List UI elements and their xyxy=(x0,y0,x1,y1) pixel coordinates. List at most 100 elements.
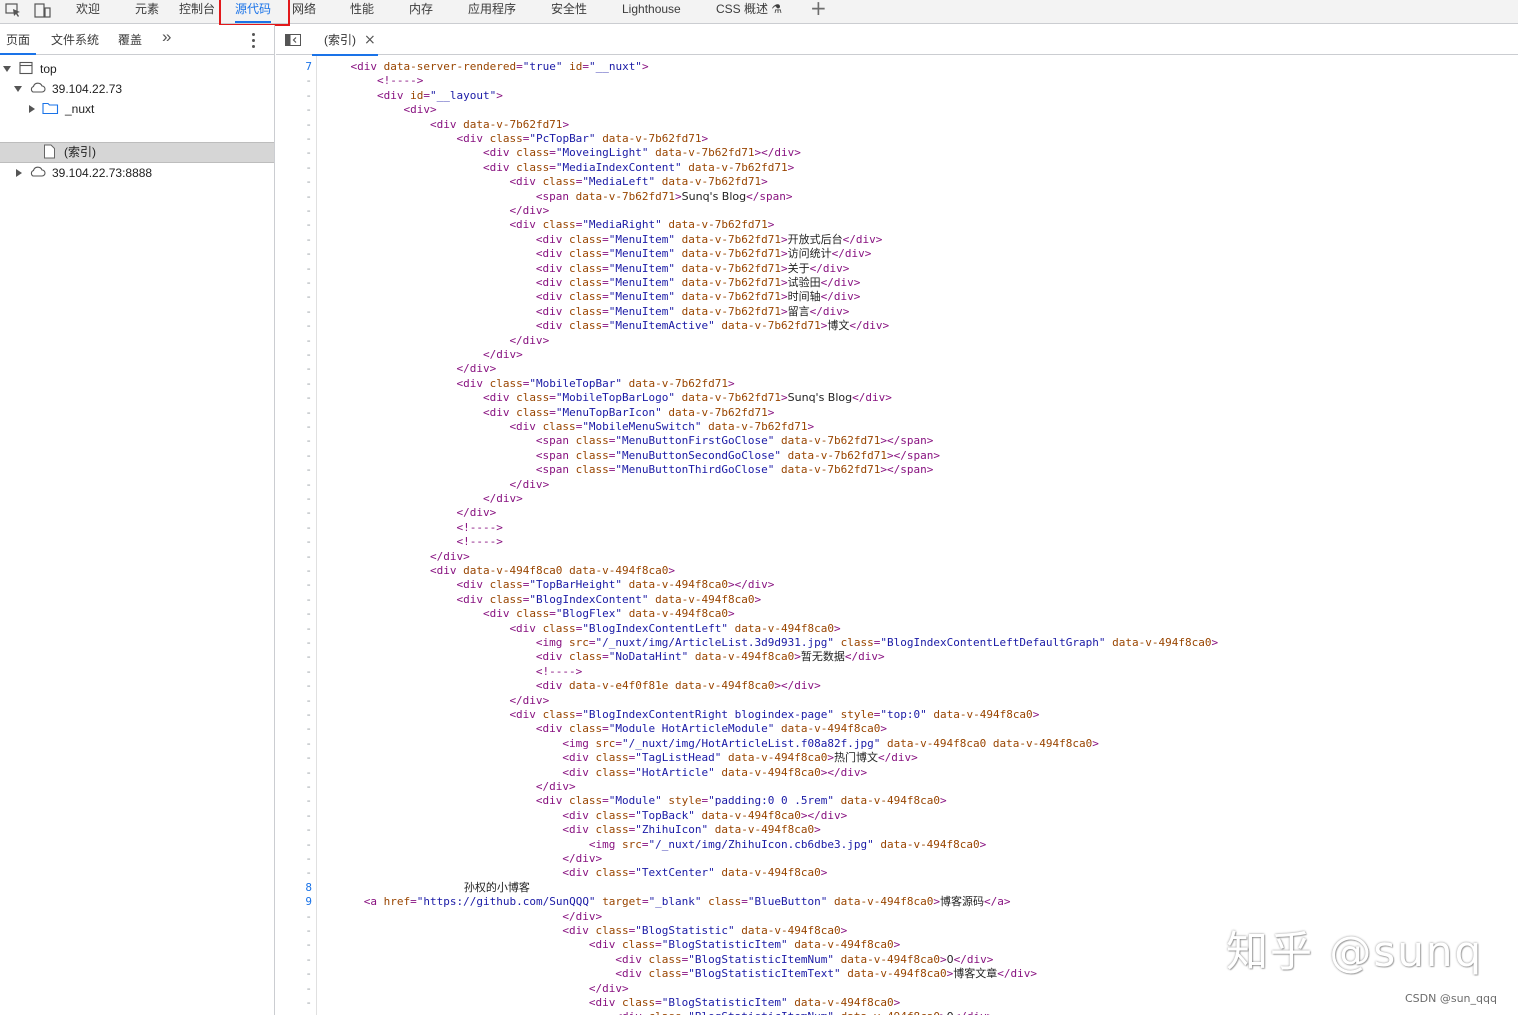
line-number[interactable]: 8 xyxy=(276,881,312,895)
line-number[interactable]: - xyxy=(276,910,312,924)
line-number[interactable]: - xyxy=(276,564,312,578)
more-options-icon[interactable] xyxy=(249,30,259,50)
line-number[interactable]: - xyxy=(276,89,312,103)
tree-item-host-8888[interactable]: 39.104.22.73:8888 xyxy=(0,163,274,183)
line-number[interactable]: - xyxy=(276,535,312,549)
tab-performance[interactable]: 性能 xyxy=(350,0,374,24)
line-number[interactable]: - xyxy=(276,74,312,88)
line-number[interactable]: - xyxy=(276,434,312,448)
tree-item-host[interactable]: 39.104.22.73 xyxy=(0,79,274,99)
line-number[interactable]: - xyxy=(276,780,312,794)
line-number[interactable]: - xyxy=(276,838,312,852)
line-number[interactable]: - xyxy=(276,622,312,636)
line-number[interactable]: - xyxy=(276,679,312,693)
line-number[interactable]: - xyxy=(276,521,312,535)
close-icon[interactable]: × xyxy=(364,33,376,47)
tree-item-nuxt-folder[interactable]: _nuxt xyxy=(0,99,274,119)
line-number[interactable]: - xyxy=(276,377,312,391)
more-tabs-icon[interactable]: » xyxy=(162,28,171,45)
toggle-navigator-icon[interactable] xyxy=(285,34,301,46)
line-number[interactable]: 7 xyxy=(276,60,312,74)
line-number[interactable]: - xyxy=(276,103,312,117)
add-tab-button[interactable]: + xyxy=(810,0,827,18)
tab-page[interactable]: 页面 xyxy=(6,33,30,47)
line-number[interactable]: - xyxy=(276,334,312,348)
line-number[interactable]: - xyxy=(276,262,312,276)
line-number[interactable]: - xyxy=(276,823,312,837)
line-number[interactable]: - xyxy=(276,247,312,261)
line-number[interactable]: - xyxy=(276,953,312,967)
tab-network[interactable]: 网络 xyxy=(292,0,316,24)
expand-arrow-icon[interactable] xyxy=(14,86,22,92)
file-tab-index[interactable]: (索引) × xyxy=(312,25,378,56)
tab-filesystem[interactable]: 文件系统 xyxy=(51,33,99,47)
line-number[interactable]: - xyxy=(276,506,312,520)
collapse-arrow-icon[interactable] xyxy=(16,169,22,177)
tab-security[interactable]: 安全性 xyxy=(551,0,587,24)
tab-elements[interactable]: 元素 xyxy=(135,0,159,24)
line-number[interactable]: - xyxy=(276,967,312,981)
line-number[interactable]: - xyxy=(276,175,312,189)
line-number[interactable]: - xyxy=(276,852,312,866)
collapse-arrow-icon[interactable] xyxy=(29,105,35,113)
line-number[interactable]: - xyxy=(276,996,312,1010)
line-number[interactable]: - xyxy=(276,276,312,290)
line-number[interactable]: - xyxy=(276,118,312,132)
line-number[interactable]: - xyxy=(276,866,312,880)
tab-console[interactable]: 控制台 xyxy=(179,0,215,24)
line-number[interactable]: - xyxy=(276,478,312,492)
editor-tab-strip: (索引) × xyxy=(276,25,1518,56)
line-number[interactable]: - xyxy=(276,938,312,952)
line-number[interactable]: - xyxy=(276,449,312,463)
line-number[interactable]: - xyxy=(276,290,312,304)
line-number[interactable]: - xyxy=(276,348,312,362)
line-number[interactable]: - xyxy=(276,694,312,708)
line-number[interactable]: - xyxy=(276,305,312,319)
tab-sources[interactable]: 源代码 xyxy=(235,0,272,24)
line-number[interactable]: - xyxy=(276,463,312,477)
line-number[interactable]: - xyxy=(276,751,312,765)
line-number[interactable]: - xyxy=(276,161,312,175)
line-number[interactable]: - xyxy=(276,391,312,405)
line-number[interactable]: - xyxy=(276,708,312,722)
line-number[interactable]: 9 xyxy=(276,895,312,909)
tab-memory[interactable]: 内存 xyxy=(409,0,433,24)
line-number[interactable]: - xyxy=(276,665,312,679)
line-number[interactable]: - xyxy=(276,924,312,938)
device-toolbar-icon[interactable] xyxy=(34,3,51,18)
line-number[interactable]: - xyxy=(276,319,312,333)
line-number[interactable]: - xyxy=(276,420,312,434)
line-number[interactable]: - xyxy=(276,636,312,650)
line-number[interactable]: - xyxy=(276,982,312,996)
line-number[interactable]: - xyxy=(276,737,312,751)
line-number[interactable]: - xyxy=(276,233,312,247)
line-number[interactable]: - xyxy=(276,190,312,204)
line-number[interactable]: - xyxy=(276,492,312,506)
expand-arrow-icon[interactable] xyxy=(3,66,11,72)
line-number[interactable]: - xyxy=(276,809,312,823)
line-number[interactable]: - xyxy=(276,146,312,160)
source-code-view[interactable]: 7 <div data-server-rendered="true" id="_… xyxy=(276,56,1518,1015)
line-number[interactable]: - xyxy=(276,550,312,564)
tree-item-top[interactable]: top xyxy=(0,59,274,79)
line-number[interactable]: - xyxy=(276,204,312,218)
line-number[interactable]: - xyxy=(276,766,312,780)
line-number[interactable]: - xyxy=(276,1010,312,1015)
tab-css-overview[interactable]: CSS 概述 ⚗ xyxy=(716,0,782,24)
line-number[interactable]: - xyxy=(276,607,312,621)
tab-lighthouse[interactable]: Lighthouse xyxy=(622,0,681,24)
line-number[interactable]: - xyxy=(276,218,312,232)
tab-welcome[interactable]: 欢迎 xyxy=(76,0,100,24)
tree-item-index-file[interactable]: (索引) xyxy=(0,142,274,163)
line-number[interactable]: - xyxy=(276,132,312,146)
tab-overrides[interactable]: 覆盖 xyxy=(118,33,142,47)
line-number[interactable]: - xyxy=(276,650,312,664)
line-number[interactable]: - xyxy=(276,578,312,592)
tab-application[interactable]: 应用程序 xyxy=(468,0,516,24)
line-number[interactable]: - xyxy=(276,794,312,808)
inspect-element-icon[interactable] xyxy=(5,3,22,18)
line-number[interactable]: - xyxy=(276,362,312,376)
line-number[interactable]: - xyxy=(276,722,312,736)
line-number[interactable]: - xyxy=(276,406,312,420)
line-number[interactable]: - xyxy=(276,593,312,607)
